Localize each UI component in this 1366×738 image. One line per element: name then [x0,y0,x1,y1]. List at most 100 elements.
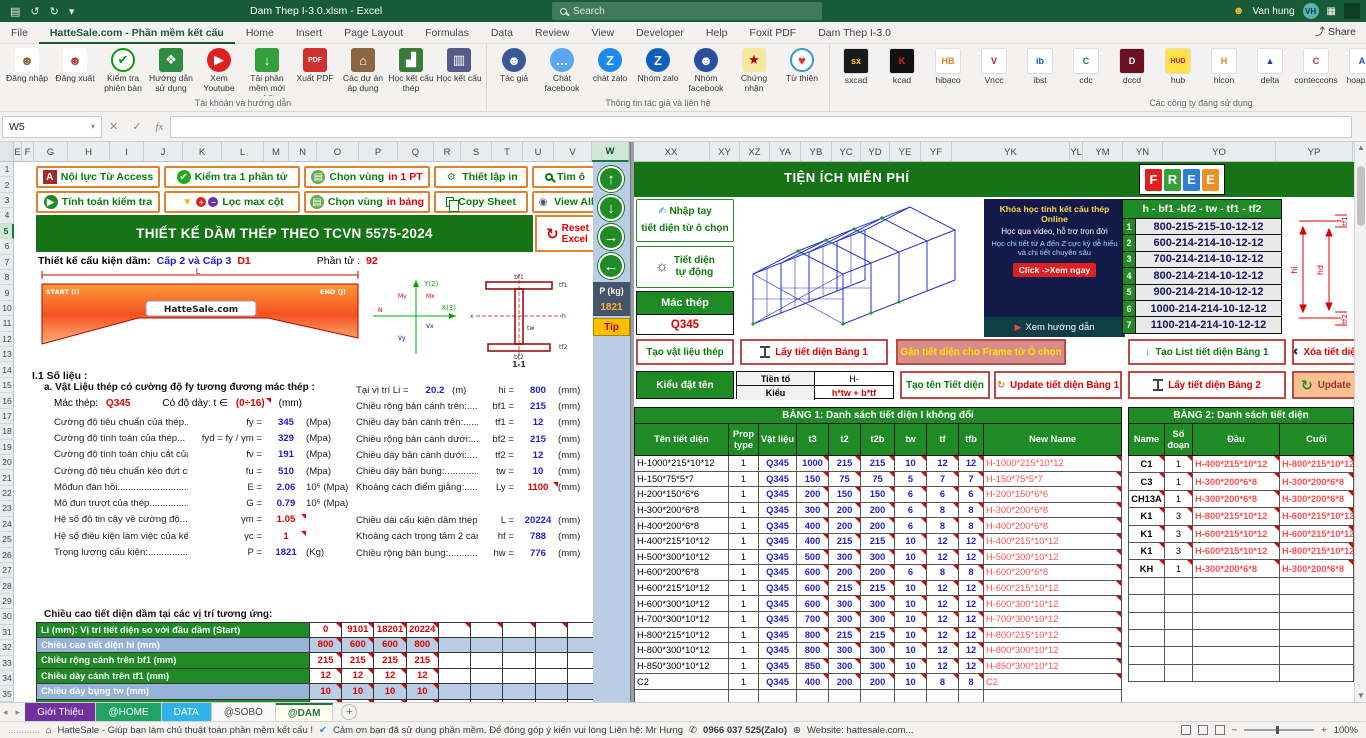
bang1-cell[interactable]: H-200*150*6*6 [984,487,1122,503]
scrollbar-thumb[interactable] [1357,166,1365,226]
sheet-tab-DATA[interactable]: DATA [162,703,212,722]
ribbon-tab[interactable]: Developer [625,22,695,44]
mat-right-value-8[interactable]: 20224 [518,515,558,526]
bang1-cell[interactable]: 150 [829,487,861,503]
bang1-cell[interactable]: H-800*300*10*12 [634,643,729,659]
bang1-cell[interactable]: 215 [861,581,895,597]
position-cell[interactable]: 215 [310,653,342,669]
position-cell[interactable] [471,653,503,669]
guide-button[interactable]: ▶ Xem hướng dẫn [984,317,1125,337]
ribbon-button-steel-course[interactable]: ▟Học kết cấu thép [388,46,434,94]
bang2-cell[interactable] [1128,578,1165,595]
bang2-cell[interactable]: K1 [1128,508,1165,525]
bang1-cell[interactable]: 12 [959,456,984,472]
row-header-35[interactable]: 35 [0,686,14,701]
mat-left-value-6[interactable]: 1.05 [266,514,306,525]
bang1-cell[interactable]: 200 [861,565,895,581]
bang1-cell[interactable]: 12 [959,659,984,675]
mat-left-value-0[interactable]: 345 [266,417,306,428]
bang2-cell[interactable]: 1 [1165,456,1193,473]
bang1-cell[interactable]: 400 [797,674,829,690]
ribbon-tab[interactable]: Foxit PDF [739,22,808,44]
bang1-cell[interactable]: 1 [729,503,759,519]
bang1-cell[interactable]: 8 [927,503,959,519]
position-cell[interactable] [536,669,568,685]
bang1-cell[interactable]: Q345 [759,550,797,566]
ribbon-button-facebook-group[interactable]: ☻Nhóm facebook [683,46,729,94]
bang1-cell[interactable]: 12 [927,612,959,628]
select-all-corner[interactable] [0,142,14,161]
toolbar-button-access[interactable]: ANội lực Từ Access [36,166,160,188]
bang2-cell[interactable]: H-800*215*10*12 [1280,543,1354,560]
column-header-L[interactable]: L [222,142,264,162]
column-header-YK[interactable]: YK [952,142,1070,162]
bang1-cell[interactable]: 10 [895,659,927,675]
position-cell[interactable] [471,638,503,654]
position-cell[interactable]: 0 [310,622,342,638]
bang1-cell[interactable]: 1 [729,534,759,550]
action-button[interactable]: Lấy tiết diện Bảng 1 [740,339,888,365]
bang1-cell[interactable]: Q345 [759,487,797,503]
ribbon-tab[interactable]: Insert [285,22,333,44]
bang2-cell[interactable]: H-300*200*6*8 [1280,560,1354,577]
bang2-cell[interactable] [1165,647,1193,664]
bang2-cell[interactable]: C1 [1128,456,1165,473]
toolbar-button-check[interactable]: ✔Kiểm tra 1 phần tử [164,166,300,188]
bang1-cell[interactable]: H-850*300*10*12 [634,659,729,675]
column-header-F[interactable]: F [22,142,34,162]
section-list-value[interactable]: 900-214-214-10-12-12 [1136,285,1282,301]
bang1-cell[interactable]: 12 [927,643,959,659]
mat-right-value-3[interactable]: 215 [518,434,558,445]
bang1-cell[interactable]: H-800*215*10*12 [984,628,1122,644]
position-cell[interactable]: 10 [407,684,439,700]
cancel-icon[interactable]: ✕ [109,120,118,133]
bang1-cell[interactable]: H-150*75*5*7 [984,472,1122,488]
bang2-cell[interactable]: H-600*215*10*12 [1193,526,1280,543]
position-cell[interactable] [536,684,568,700]
mat-right-value-1[interactable]: 215 [518,401,558,412]
ribbon-button-facebook-chat[interactable]: …Chát facebook [539,46,585,94]
bang1-cell[interactable]: 1 [729,472,759,488]
ribbon-button-logo-cdc[interactable]: Ccdc [1064,46,1108,86]
row-header-6[interactable]: 6 [0,239,14,254]
section-list-value[interactable]: 800-214-214-10-12-12 [1136,268,1282,284]
ribbon-button-logo-delta[interactable]: ▲delta [1248,46,1292,86]
bang2-cell[interactable] [1193,578,1280,595]
bang1-cell[interactable]: C2 [634,674,729,690]
section-list-value[interactable]: 700-214-214-10-12-12 [1136,252,1282,268]
bang1-cell[interactable]: 215 [861,628,895,644]
bang1-cell[interactable]: 600 [797,565,829,581]
bang1-cell[interactable]: 300 [829,659,861,675]
bang1-cell[interactable]: H-700*300*10*12 [634,612,729,628]
ribbon-button-user-login[interactable]: ☻Đăng nhập [4,46,50,84]
bang1-cell[interactable]: Q345 [759,534,797,550]
bang1-cell[interactable] [634,690,729,702]
name-box[interactable]: W5▾ [2,116,102,138]
action-button[interactable]: Gán tiết diện cho Frame từ Ô chọn [896,339,1066,365]
bang2-cell[interactable] [1193,595,1280,612]
ribbon-button-logo-ibst[interactable]: ibibst [1018,46,1062,86]
bang2-cell[interactable]: 3 [1165,508,1193,525]
position-cell[interactable] [439,653,471,669]
column-header-XY[interactable]: XY [710,142,740,162]
bang1-cell[interactable]: 12 [959,643,984,659]
bang1-cell[interactable]: H-800*300*10*12 [984,643,1122,659]
bang1-cell[interactable]: 8 [927,518,959,534]
column-header-YO[interactable]: YO [1163,142,1276,162]
bang2-cell[interactable]: H-300*200*6*8 [1280,473,1354,490]
bang2-cell[interactable]: 3 [1165,526,1193,543]
column-header-YF[interactable]: YF [921,142,952,162]
save-icon[interactable]: ▤ [10,5,20,18]
row-header-23[interactable]: 23 [0,501,14,516]
mat-right-value-9[interactable]: 788 [518,531,558,542]
bang1-cell[interactable]: H-600*300*10*12 [634,596,729,612]
row-header-14[interactable]: 14 [0,362,14,377]
bang2-cell[interactable] [1280,647,1354,664]
bang1-cell[interactable]: 8 [927,674,959,690]
bang1-cell[interactable]: 1 [729,518,759,534]
row-header-22[interactable]: 22 [0,486,14,501]
bang2-cell[interactable]: 3 [1165,543,1193,560]
column-header-YA[interactable]: YA [770,142,801,162]
row-header-16[interactable]: 16 [0,393,14,408]
ribbon-button-charity-heart[interactable]: ♥Từ thiện [779,46,825,84]
